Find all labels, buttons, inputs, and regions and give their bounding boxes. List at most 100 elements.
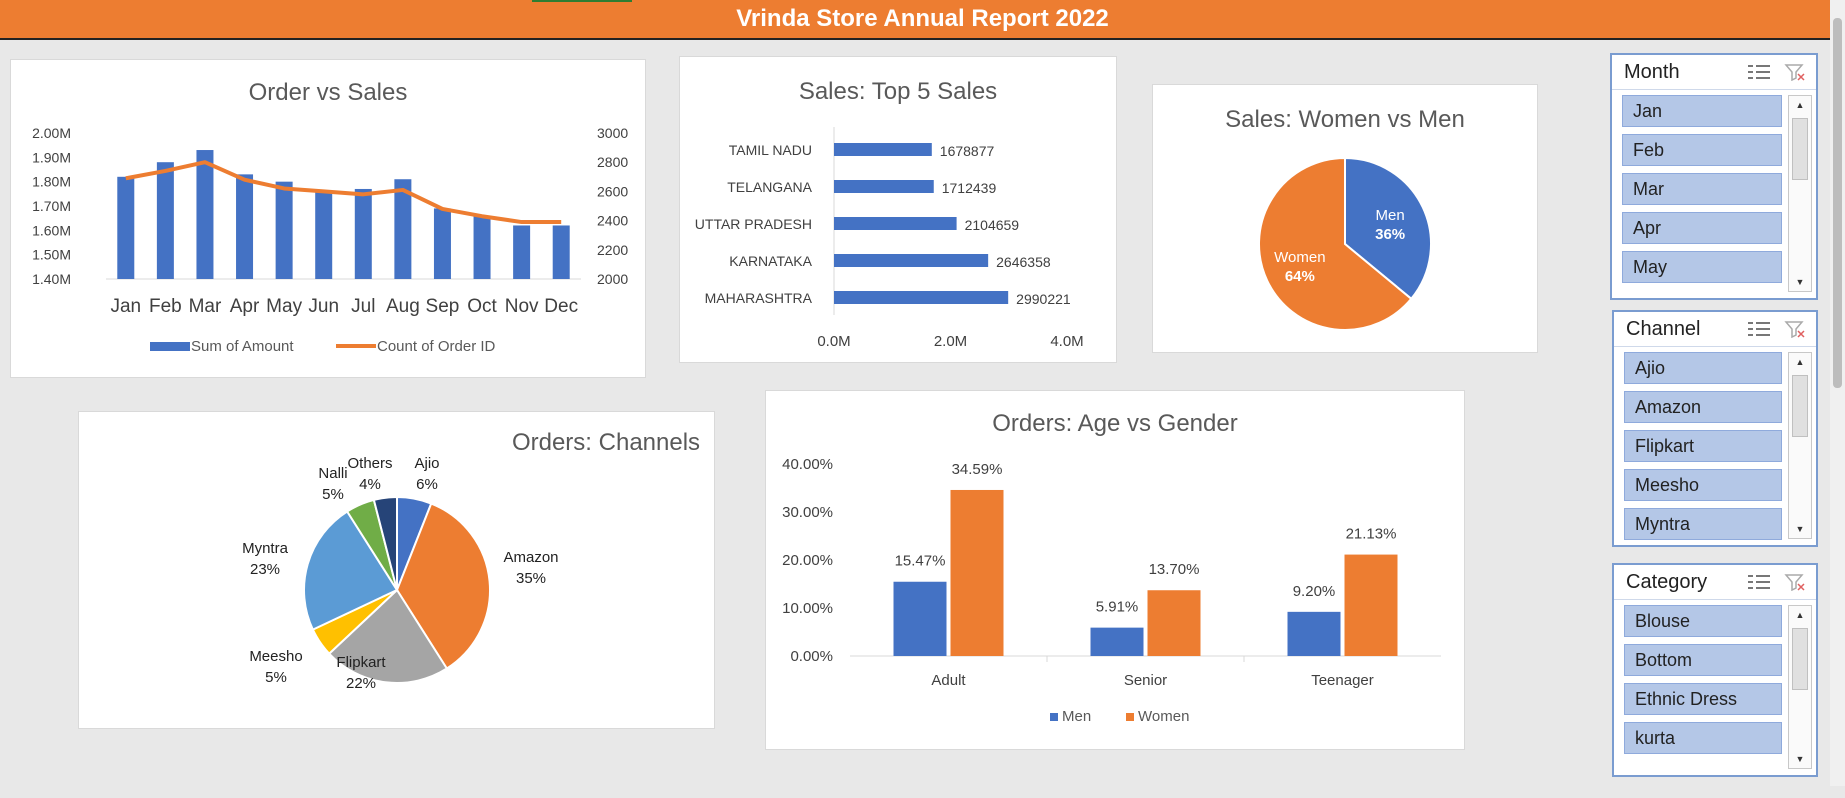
order-vs-sales-chart[interactable]: Order vs Sales 2.00M 1.90M 1.80M 1.70M 1.60M 1… <box>10 59 646 378</box>
women-vs-men-chart[interactable]: Sales: Women vs Men Men 36% Women 64% <box>1152 84 1538 353</box>
category-slicer[interactable]: Category Blouse Bottom Ethnic Dress kurt… <box>1612 563 1818 777</box>
x-tick-label: Oct <box>467 296 497 317</box>
slicer-item-flipkart[interactable]: Flipkart <box>1624 430 1782 462</box>
selection-indicator <box>532 0 632 2</box>
bar-sum-of-amount <box>315 191 333 279</box>
scroll-thumb[interactable] <box>1792 628 1808 690</box>
top5-sales-chart[interactable]: Sales: Top 5 Sales TAMIL NADU 1678877 TELAN… <box>679 56 1117 363</box>
slice-percent: 4% <box>359 476 381 493</box>
data-label: 2104659 <box>965 217 1020 233</box>
scroll-thumb[interactable] <box>1792 375 1808 437</box>
slicer-item-ethnic-dress[interactable]: Ethnic Dress <box>1624 683 1782 715</box>
slice-label: Myntra <box>242 540 289 557</box>
women-vs-men-svg: Sales: Women vs Men Men 36% Women 64% <box>1225 106 1465 331</box>
slicer-item-bottom[interactable]: Bottom <box>1624 644 1782 676</box>
bar-women <box>1147 590 1201 656</box>
slicer-scrollbar[interactable]: ▲ ▼ <box>1788 95 1812 292</box>
scroll-down-icon[interactable]: ▼ <box>1789 273 1811 291</box>
clear-filter-icon[interactable] <box>1784 63 1806 82</box>
bar-sum-of-amount <box>354 188 372 279</box>
slicer-item-blouse[interactable]: Blouse <box>1624 605 1782 637</box>
y-tick-label-right: 2200 <box>597 242 628 258</box>
slice-label: Amazon <box>503 549 558 566</box>
clear-filter-icon[interactable] <box>1784 320 1806 339</box>
slicer-item-meesho[interactable]: Meesho <box>1624 469 1782 501</box>
slicer-header: Category <box>1614 565 1816 600</box>
y-tick-label-left: 1.70M <box>32 198 71 214</box>
multi-select-icon[interactable] <box>1748 63 1770 81</box>
slice-label: Men <box>1376 207 1405 224</box>
age-vs-gender-chart[interactable]: Orders: Age vs Gender 40.00% 30.00% 20.00% 1… <box>765 390 1465 750</box>
window-scroll-thumb[interactable] <box>1833 18 1842 388</box>
slicer-item-may[interactable]: May <box>1622 251 1782 283</box>
slicer-item-myntra[interactable]: Myntra <box>1624 508 1782 540</box>
x-tick-label: Adult <box>931 672 966 689</box>
slicer-item-mar[interactable]: Mar <box>1622 173 1782 205</box>
slice-percent: 35% <box>516 570 546 587</box>
y-tick-label: MAHARASHTRA <box>705 290 813 306</box>
bar-men <box>1090 627 1144 656</box>
x-tick-label: Jan <box>110 296 141 317</box>
scroll-down-icon[interactable]: ▼ <box>1789 520 1811 538</box>
multi-select-icon[interactable] <box>1748 573 1770 591</box>
chart-title: Orders: Channels <box>512 429 700 456</box>
slice-percent: 36% <box>1375 226 1405 243</box>
slice-percent: 5% <box>265 669 287 686</box>
multi-select-icon[interactable] <box>1748 320 1770 338</box>
bar-state <box>834 254 989 267</box>
data-label: 21.13% <box>1346 526 1397 543</box>
legend-label: Count of Order ID <box>377 338 496 355</box>
slice-percent: 22% <box>346 675 376 692</box>
month-slicer[interactable]: Month Jan Feb Mar Apr May ▲ ▼ <box>1610 53 1818 300</box>
x-tick-label: Mar <box>189 296 222 317</box>
bar-sum-of-amount <box>433 208 451 279</box>
data-label: 13.70% <box>1149 561 1200 578</box>
slice-percent: 23% <box>250 561 280 578</box>
slicer-item-jan[interactable]: Jan <box>1622 95 1782 127</box>
data-label: 1712439 <box>942 180 997 196</box>
x-tick-label: Apr <box>230 296 260 317</box>
slice-label: Nalli <box>318 465 347 482</box>
bar-women <box>950 489 1004 656</box>
slicer-item-feb[interactable]: Feb <box>1622 134 1782 166</box>
x-tick-label: Jul <box>351 296 375 317</box>
slicer-item-apr[interactable]: Apr <box>1622 212 1782 244</box>
slicer-scrollbar[interactable]: ▲ ▼ <box>1788 605 1812 769</box>
bar-sum-of-amount <box>473 215 491 279</box>
channel-slicer[interactable]: Channel Ajio Amazon Flipkart Meesho Mynt… <box>1612 310 1818 547</box>
slicer-item-amazon[interactable]: Amazon <box>1624 391 1782 423</box>
bar-sum-of-amount <box>236 174 254 279</box>
x-tick-label: 2.0M <box>934 333 967 350</box>
scroll-up-icon[interactable]: ▲ <box>1789 96 1811 114</box>
slicer-item-list: Ajio Amazon Flipkart Meesho Myntra <box>1624 352 1782 541</box>
x-tick-label: Teenager <box>1311 672 1374 689</box>
data-label: 9.20% <box>1293 583 1336 600</box>
orders-channels-chart[interactable]: Orders: Channels Ajio 6% Amazon 35% Flipkart 2… <box>78 411 715 729</box>
slicer-item-kurta[interactable]: kurta <box>1624 722 1782 754</box>
y-tick-label: TAMIL NADU <box>729 142 812 158</box>
y-tick-label: 10.00% <box>782 600 833 617</box>
scroll-up-icon[interactable]: ▲ <box>1789 353 1811 371</box>
y-tick-label-right: 2400 <box>597 213 628 229</box>
age-vs-gender-svg: Orders: Age vs Gender 40.00% 30.00% 20.00% 1… <box>782 410 1441 725</box>
legend-swatch-men <box>1050 713 1058 721</box>
clear-filter-icon[interactable] <box>1784 573 1806 592</box>
window-scrollbar[interactable] <box>1830 0 1845 786</box>
scroll-thumb[interactable] <box>1792 118 1808 180</box>
x-tick-label: May <box>266 296 302 317</box>
y-tick-label-left: 1.60M <box>32 222 71 238</box>
bar-sum-of-amount <box>275 181 293 279</box>
slice-percent: 6% <box>416 476 438 493</box>
x-tick-label: Feb <box>149 296 182 317</box>
chart-title: Orders: Age vs Gender <box>992 410 1237 437</box>
slicer-title: Month <box>1624 60 1680 83</box>
slicer-scrollbar[interactable]: ▲ ▼ <box>1788 352 1812 539</box>
y-tick-label-right: 2600 <box>597 183 628 199</box>
bar-sum-of-amount <box>552 225 570 279</box>
scroll-down-icon[interactable]: ▼ <box>1789 750 1811 768</box>
chart-title: Order vs Sales <box>249 79 408 106</box>
scroll-up-icon[interactable]: ▲ <box>1789 606 1811 624</box>
bar-men <box>893 581 947 656</box>
slicer-item-ajio[interactable]: Ajio <box>1624 352 1782 384</box>
y-tick-label: KARNATAKA <box>729 253 812 269</box>
